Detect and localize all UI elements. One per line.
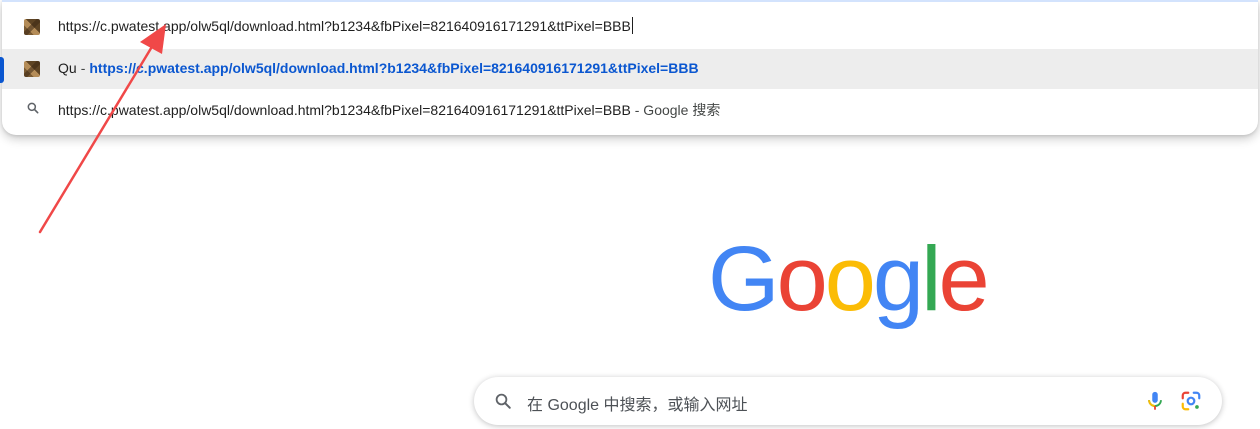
- suggestion-text: Qu - https://c.pwatest.app/olw5ql/download…: [58, 60, 699, 76]
- suggestion-text: https://c.pwatest.app/olw5ql/download.ht…: [58, 100, 720, 120]
- suggestion-url: https://c.pwatest.app/olw5ql/download.ht…: [89, 60, 699, 76]
- suggestion-search-suffix: - Google 搜索: [630, 102, 721, 118]
- search-icon: [495, 393, 511, 409]
- google-logo-letter: g: [873, 244, 921, 330]
- google-logo-letter: G: [708, 244, 777, 330]
- search-input[interactable]: 在 Google 中搜索，或输入网址: [527, 391, 748, 415]
- google-logo-letter: e: [939, 244, 986, 330]
- site-favicon-icon: [24, 61, 40, 77]
- text-caret: [631, 17, 633, 34]
- search-box[interactable]: 在 Google 中搜索，或输入网址: [474, 377, 1222, 425]
- mic-icon[interactable]: [1144, 390, 1166, 412]
- new-tab-page: https://c.pwatest.app/olw5ql/download.ht…: [0, 0, 1260, 429]
- omnibox-suggestion-search[interactable]: https://c.pwatest.app/olw5ql/download.ht…: [2, 89, 1258, 129]
- google-logo: Google: [708, 244, 986, 330]
- omnibox-input[interactable]: https://c.pwatest.app/olw5ql/download.ht…: [58, 17, 633, 34]
- site-favicon-icon: [24, 19, 40, 35]
- google-logo-letter: o: [825, 244, 873, 330]
- google-logo-letter: o: [777, 244, 825, 330]
- search-icon: [27, 102, 39, 114]
- suggestion-search-query: https://c.pwatest.app/olw5ql/download.ht…: [58, 102, 631, 118]
- google-logo-text: Google: [708, 244, 986, 330]
- suggestion-title: Qu: [58, 60, 77, 76]
- omnibox-suggestion-url[interactable]: Qu - https://c.pwatest.app/olw5ql/download…: [0, 49, 1258, 89]
- google-logo-letter: l: [921, 244, 938, 330]
- lens-icon[interactable]: [1180, 390, 1202, 412]
- omnibox-dropdown: https://c.pwatest.app/olw5ql/download.ht…: [0, 0, 1258, 135]
- selection-indicator: [0, 57, 4, 83]
- suggestion-separator: -: [80, 60, 86, 76]
- omnibox-input-row[interactable]: https://c.pwatest.app/olw5ql/download.ht…: [2, 6, 1258, 46]
